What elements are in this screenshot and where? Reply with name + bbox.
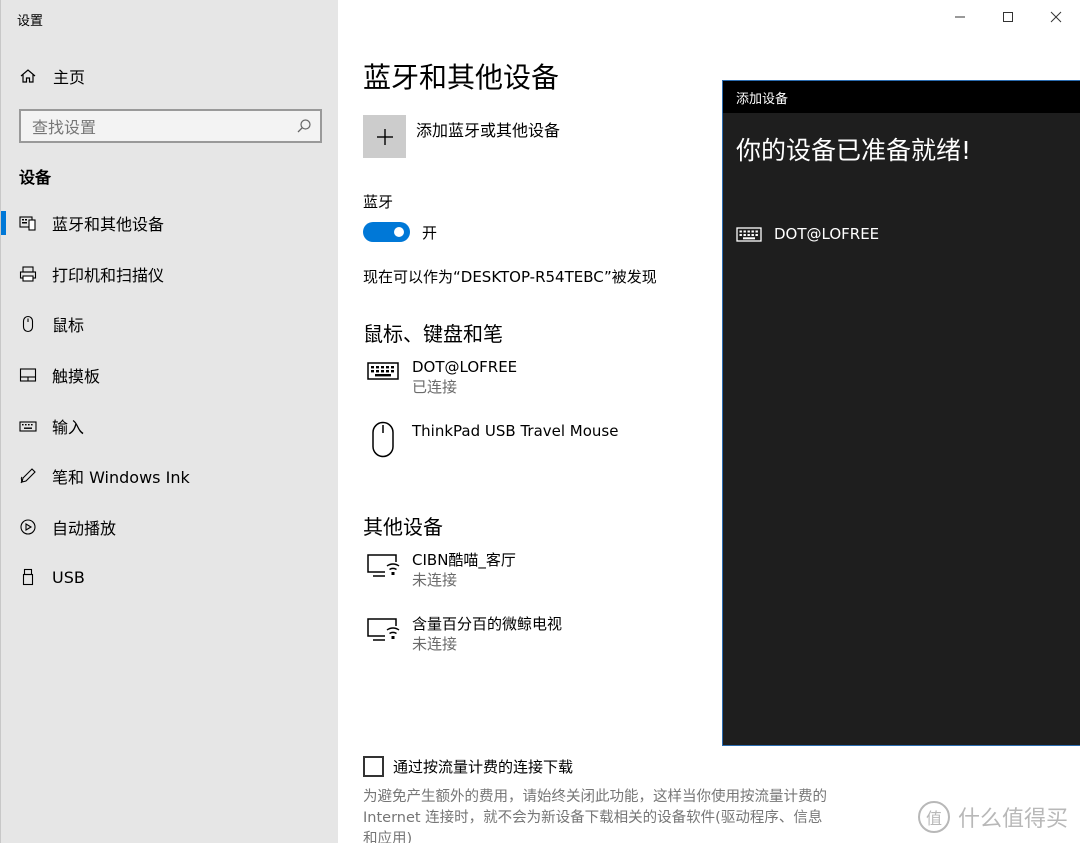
sidebar-item-label: USB bbox=[52, 567, 85, 587]
device-item-cibn[interactable]: CIBN酷喵_客厅 未连接 bbox=[363, 550, 516, 590]
page-title: 蓝牙和其他设备 bbox=[363, 61, 560, 94]
device-status: 已连接 bbox=[412, 378, 458, 396]
bluetooth-toggle[interactable] bbox=[363, 222, 410, 242]
sidebar-item-label: 蓝牙和其他设备 bbox=[52, 215, 165, 235]
search-icon[interactable] bbox=[296, 118, 312, 134]
sidebar-item-touchpad[interactable]: 触摸板 bbox=[1, 350, 339, 401]
device-name: ThinkPad USB Travel Mouse bbox=[412, 422, 619, 440]
home-icon bbox=[19, 67, 37, 85]
watermark: 值 什么值得买 bbox=[917, 801, 1068, 833]
device-status: 未连接 bbox=[412, 571, 458, 589]
dialog-title-bar[interactable]: 添加设备 bbox=[723, 81, 1080, 113]
device-name: 含量百分百的微鲸电视 bbox=[412, 615, 563, 633]
sidebar-item-label: 触摸板 bbox=[52, 367, 101, 387]
device-name: CIBN酷喵_客厅 bbox=[412, 551, 516, 569]
add-device-button[interactable] bbox=[363, 115, 406, 158]
pen-icon bbox=[19, 467, 37, 485]
home-link[interactable]: 主页 bbox=[19, 64, 85, 88]
display-wireless-icon bbox=[363, 550, 403, 590]
plus-icon bbox=[376, 128, 393, 145]
display-wireless-icon bbox=[363, 614, 403, 654]
add-device-dialog: 添加设备 你的设备已准备就绪! DOT@LOFREE bbox=[722, 80, 1080, 746]
minimize-button[interactable] bbox=[936, 0, 984, 34]
dialog-heading: 你的设备已准备就绪! bbox=[736, 136, 972, 165]
metered-download-option[interactable]: 通过按流量计费的连接下载 bbox=[363, 756, 573, 777]
device-item-mouse[interactable]: ThinkPad USB Travel Mouse bbox=[363, 421, 618, 461]
bluetooth-state: 开 bbox=[422, 224, 438, 242]
keyboard-icon bbox=[363, 357, 403, 397]
keyboard-icon bbox=[736, 225, 762, 243]
home-label: 主页 bbox=[53, 68, 86, 87]
watermark-text: 什么值得买 bbox=[957, 807, 1068, 832]
other-devices-heading: 其他设备 bbox=[363, 515, 443, 539]
section-title: 设备 bbox=[19, 168, 52, 187]
dialog-device-name: DOT@LOFREE bbox=[774, 225, 880, 243]
sidebar-item-label: 自动播放 bbox=[52, 518, 117, 538]
printer-icon bbox=[19, 265, 37, 283]
maximize-icon bbox=[1003, 12, 1013, 22]
search-placeholder: 查找设置 bbox=[32, 118, 97, 137]
sidebar-item-typing[interactable]: 输入 bbox=[1, 400, 339, 451]
device-name: DOT@LOFREE bbox=[412, 358, 518, 376]
app-title: 设置 bbox=[17, 14, 44, 29]
input-devices-heading: 鼠标、键盘和笔 bbox=[363, 322, 503, 346]
device-item-whaley-tv[interactable]: 含量百分百的微鲸电视 未连接 bbox=[363, 614, 562, 654]
usb-icon bbox=[19, 568, 37, 586]
sidebar-item-autoplay[interactable]: 自动播放 bbox=[1, 502, 339, 553]
sidebar-item-label: 鼠标 bbox=[52, 316, 85, 336]
watermark-logo: 值 bbox=[917, 801, 950, 833]
metered-note: 为避免产生额外的费用，请始终关闭此功能，这样当你使用按流量计费的 Interne… bbox=[363, 789, 827, 843]
bluetooth-device-icon bbox=[19, 214, 37, 232]
sidebar-item-pen[interactable]: 笔和 Windows Ink bbox=[1, 451, 339, 502]
sidebar-item-label: 笔和 Windows Ink bbox=[52, 468, 190, 488]
sidebar-item-label: 输入 bbox=[52, 417, 85, 437]
sidebar-nav: 蓝牙和其他设备 打印机和扫描仪 鼠标 触摸板 输入 笔和 Windows Ink… bbox=[1, 198, 339, 603]
device-item-keyboard[interactable]: DOT@LOFREE 已连接 bbox=[363, 357, 517, 397]
mouse-icon bbox=[363, 421, 403, 461]
discoverable-text: 现在可以作为“DESKTOP-R54TEBC”被发现 bbox=[363, 268, 657, 286]
touchpad-icon bbox=[19, 366, 37, 384]
bluetooth-label: 蓝牙 bbox=[363, 193, 394, 211]
mouse-icon bbox=[19, 315, 37, 333]
close-button[interactable] bbox=[1032, 0, 1080, 34]
sidebar-item-printers[interactable]: 打印机和扫描仪 bbox=[1, 249, 339, 300]
sidebar-item-bluetooth[interactable]: 蓝牙和其他设备 bbox=[1, 198, 339, 249]
toggle-knob bbox=[394, 227, 404, 237]
maximize-button[interactable] bbox=[984, 0, 1032, 34]
device-status: 未连接 bbox=[412, 635, 458, 653]
sidebar: 设置 主页 查找设置 设备 蓝牙和其他设备 打印机和扫描仪 鼠标 触摸板 输入 … bbox=[0, 0, 338, 843]
autoplay-icon bbox=[19, 518, 37, 536]
keyboard-icon bbox=[19, 417, 37, 435]
sidebar-item-label: 打印机和扫描仪 bbox=[52, 265, 165, 285]
window-controls bbox=[936, 0, 1080, 34]
metered-download-checkbox[interactable] bbox=[363, 756, 384, 777]
close-icon bbox=[1050, 11, 1062, 23]
sidebar-item-mouse[interactable]: 鼠标 bbox=[1, 299, 339, 350]
search-input[interactable]: 查找设置 bbox=[19, 109, 322, 143]
sidebar-item-usb[interactable]: USB bbox=[1, 552, 339, 603]
metered-download-label: 通过按流量计费的连接下载 bbox=[393, 758, 574, 776]
dialog-title: 添加设备 bbox=[736, 91, 789, 107]
add-device-label[interactable]: 添加蓝牙或其他设备 bbox=[416, 117, 560, 141]
minimize-icon bbox=[955, 16, 965, 18]
dialog-device-item[interactable]: DOT@LOFREE bbox=[736, 225, 879, 243]
